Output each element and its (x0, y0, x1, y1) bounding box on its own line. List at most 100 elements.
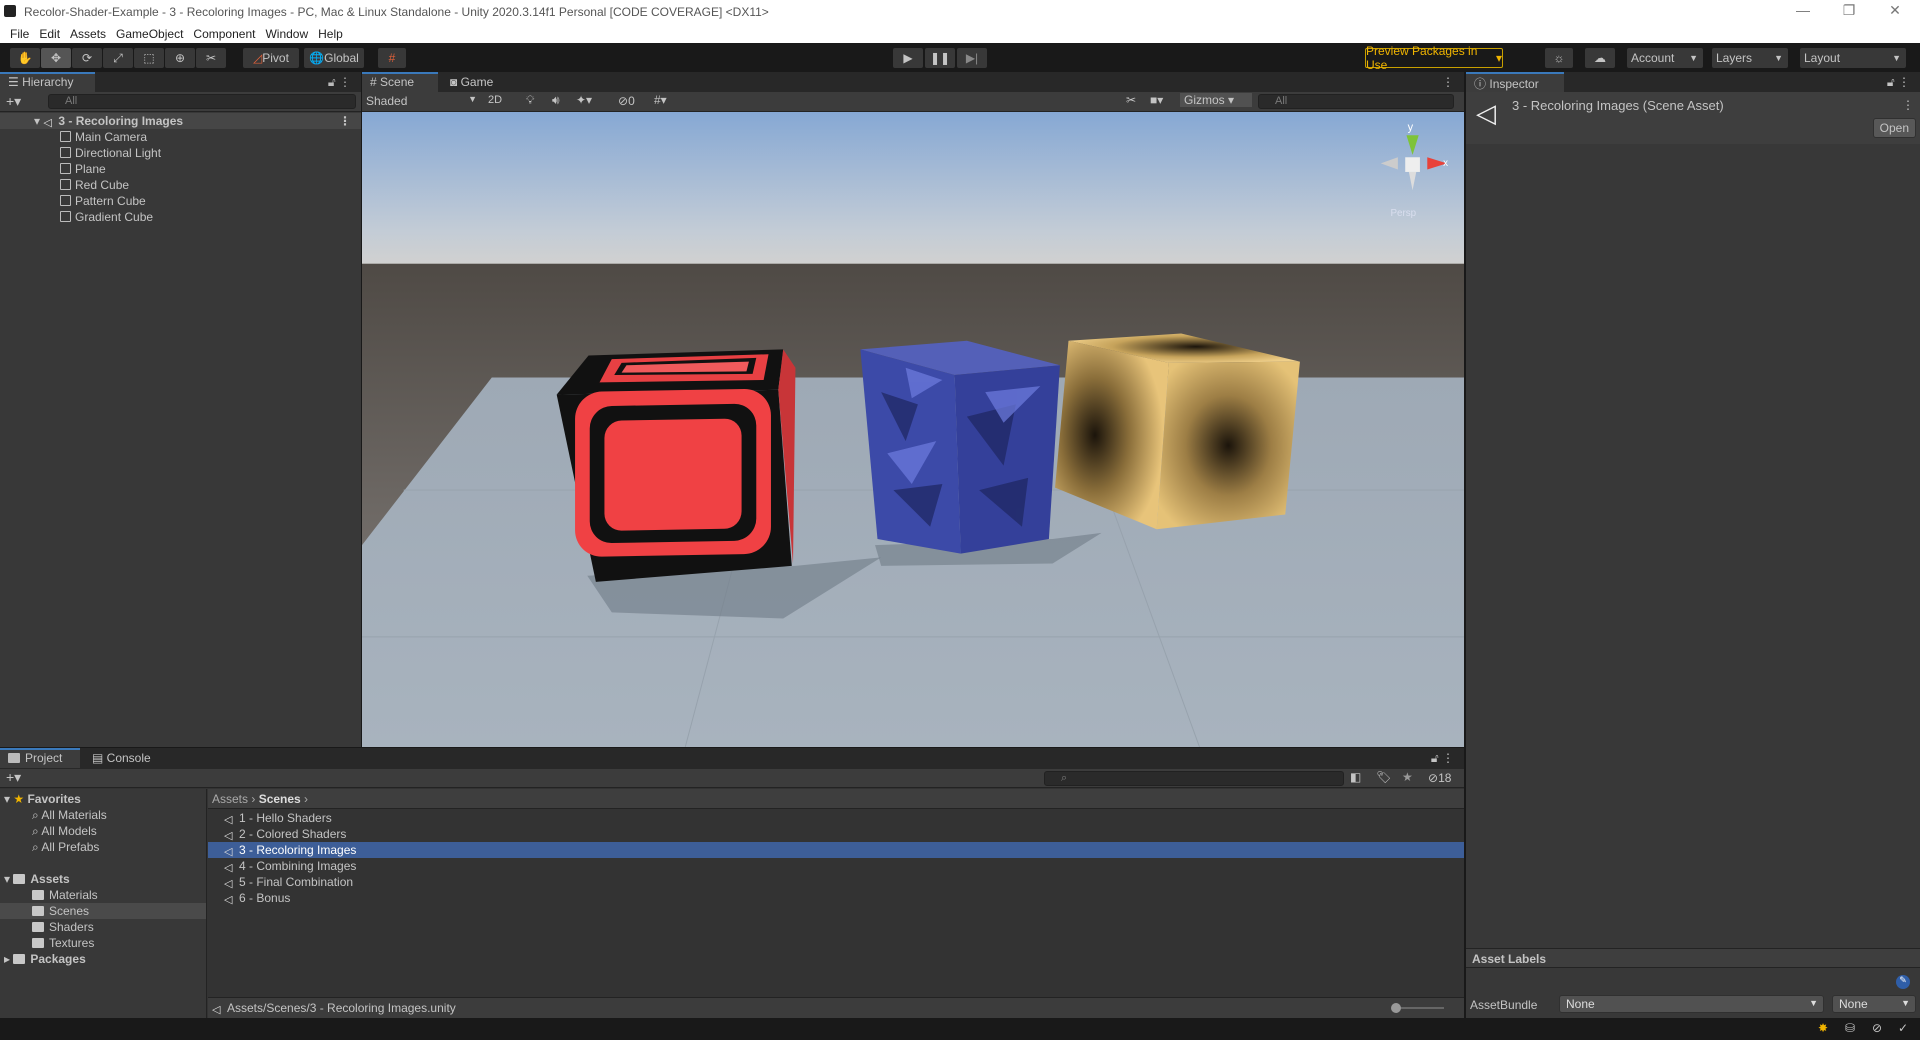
create-button[interactable]: +▾ (6, 769, 21, 786)
tab-game[interactable]: ◙ Game (442, 72, 501, 92)
lighting-icon[interactable]: 💡︎ (526, 93, 534, 108)
hierarchy-item[interactable]: Plane (60, 161, 106, 177)
effects-icon[interactable]: ✦▾ (576, 93, 592, 107)
hierarchy-search-input[interactable]: All (48, 94, 356, 109)
cloud-icon[interactable]: ☁ (1585, 48, 1615, 68)
unity-scene-icon: ◁ (212, 1004, 221, 1016)
favorite-item[interactable]: ⌕ All Models (32, 823, 97, 839)
scene-search-input[interactable]: All (1258, 94, 1454, 109)
rotate-tool-icon[interactable]: ⟳ (72, 48, 102, 68)
shading-dropdown[interactable]: Shaded ▼ (366, 94, 481, 108)
2d-toggle[interactable]: 2D (488, 94, 502, 106)
hidden-objects-toggle[interactable]: ⊘0 (618, 94, 635, 108)
maximize-button[interactable]: ❐ (1829, 2, 1869, 19)
assetbundle-dropdown[interactable]: None ▼ (1559, 995, 1824, 1013)
hidden-packages-toggle[interactable]: ⊘18 (1428, 771, 1451, 785)
tools-icon[interactable]: ✂ (1126, 93, 1136, 107)
breadcrumb-assets[interactable]: Assets (212, 792, 248, 806)
scene-view[interactable]: y x Persp (362, 112, 1464, 747)
search-by-type-icon[interactable]: ◧ (1350, 770, 1361, 784)
pivot-toggle[interactable]: ◿ Pivot (243, 48, 299, 68)
menu-gameobject[interactable]: GameObject (112, 27, 189, 41)
layers-dropdown[interactable]: Layers ▼ (1712, 48, 1788, 68)
gizmos-dropdown[interactable]: Gizmos ▾ (1180, 93, 1252, 107)
more-icon[interactable]: ⋮ (1902, 98, 1914, 112)
cache-server-icon[interactable]: ⛁ (1845, 1021, 1855, 1035)
scene-root-row[interactable]: ▾ ◁ 3 - Recoloring Images ⋮ (0, 113, 361, 129)
scene-panel: # Scene ◙ Game ⋮ Shaded ▼ 2D 💡︎ 🔊︎ ✦▾ ⊘0 … (362, 72, 1464, 747)
label-tag-icon[interactable]: ✎ (1896, 975, 1910, 989)
grid-snap-icon[interactable]: # (378, 48, 406, 68)
close-button[interactable]: ✕ (1875, 2, 1915, 19)
menu-file[interactable]: File (6, 27, 35, 41)
audio-icon[interactable]: 🔊︎ (552, 93, 560, 108)
folder-item[interactable]: Materials (32, 887, 98, 903)
add-button[interactable]: +▾ (6, 93, 21, 110)
breadcrumb-scenes[interactable]: Scenes (259, 792, 301, 806)
network-icon[interactable]: ⊘ (1872, 1021, 1882, 1035)
slider-handle[interactable] (1391, 1003, 1401, 1013)
assets-node[interactable]: ▾ Assets (4, 871, 70, 887)
window-title: Recolor-Shader-Example - 3 - Recoloring … (24, 5, 769, 19)
layout-dropdown[interactable]: Layout ▼ (1800, 48, 1906, 68)
favorites-node[interactable]: ▾ ★ Favorites (4, 791, 81, 807)
tab-scene[interactable]: # Scene (362, 72, 438, 92)
folder-item[interactable]: Textures (32, 935, 94, 951)
bug-icon[interactable]: ✸ (1818, 1021, 1828, 1035)
scene-menu-icon[interactable]: ⋮ (1442, 75, 1454, 89)
folder-item-selected[interactable]: Scenes (0, 903, 206, 919)
favorite-star-icon[interactable]: ★ (1402, 770, 1413, 784)
menu-edit[interactable]: Edit (35, 27, 66, 41)
transform-tool-icon[interactable]: ⊕ (165, 48, 195, 68)
scene-menu-icon[interactable]: ⋮ (339, 113, 351, 129)
hierarchy-item[interactable]: Red Cube (60, 177, 129, 193)
scale-tool-icon[interactable]: ⤢ (103, 48, 133, 68)
global-toggle[interactable]: 🌐 Global (304, 48, 364, 68)
hierarchy-item[interactable]: Gradient Cube (60, 209, 153, 225)
icon-size-slider[interactable] (1391, 1003, 1444, 1013)
tab-inspector[interactable]: ⓘ Inspector (1466, 72, 1564, 92)
file-item-selected[interactable]: ◁ 3 - Recoloring Images (208, 842, 1464, 858)
minimize-button[interactable]: — (1783, 2, 1823, 18)
tab-console[interactable]: ▤ Console (84, 748, 159, 768)
move-tool-icon[interactable]: ✥ (41, 48, 71, 68)
project-search-input[interactable]: ⌕ (1044, 771, 1344, 786)
custom-tool-icon[interactable]: ✂ (196, 48, 226, 68)
preview-packages-button[interactable]: Preview Packages in Use ▾ (1365, 44, 1503, 72)
menu-window[interactable]: Window (261, 27, 314, 41)
play-button[interactable]: ▶ (893, 48, 923, 68)
file-item[interactable]: ◁ 1 - Hello Shaders (208, 810, 1464, 826)
services-icon[interactable]: ☼ (1545, 48, 1573, 68)
open-button[interactable]: Open (1872, 118, 1916, 138)
menu-component[interactable]: Component (189, 27, 261, 41)
file-item[interactable]: ◁ 4 - Combining Images (208, 858, 1464, 874)
step-button[interactable]: ▶| (957, 48, 987, 68)
camera-icon[interactable]: ■▾ (1150, 93, 1163, 107)
favorite-item[interactable]: ⌕ All Materials (32, 807, 107, 823)
rect-tool-icon[interactable]: ⬚ (134, 48, 164, 68)
hand-tool-icon[interactable]: ✋ (10, 48, 40, 68)
lock-icon[interactable]: 🔓︎ ⋮ (1431, 751, 1454, 766)
auto-generate-lighting-icon[interactable]: ✓ (1898, 1021, 1908, 1035)
search-by-label-icon[interactable]: 🏷︎ (1376, 770, 1391, 784)
folder-item[interactable]: Shaders (32, 919, 94, 935)
packages-node[interactable]: ▸ Packages (4, 951, 86, 967)
menu-help[interactable]: Help (314, 27, 349, 41)
unity-scene-icon: ◁ (224, 846, 233, 858)
tab-hierarchy[interactable]: ☰ Hierarchy (0, 72, 95, 92)
assetbundle-variant-dropdown[interactable]: None ▼ (1832, 995, 1916, 1013)
pause-button[interactable]: ❚❚ (925, 48, 955, 68)
lock-icon[interactable]: 🔓︎ ⋮ (1887, 75, 1910, 90)
account-dropdown[interactable]: Account ▼ (1627, 48, 1703, 68)
lock-icon[interactable]: 🔓︎ ⋮ (328, 75, 351, 90)
file-item[interactable]: ◁ 2 - Colored Shaders (208, 826, 1464, 842)
hierarchy-item[interactable]: Directional Light (60, 145, 161, 161)
grid-icon[interactable]: #▾ (654, 93, 667, 107)
file-item[interactable]: ◁ 6 - Bonus (208, 890, 1464, 906)
menu-assets[interactable]: Assets (66, 27, 112, 41)
hierarchy-item[interactable]: Main Camera (60, 129, 147, 145)
file-item[interactable]: ◁ 5 - Final Combination (208, 874, 1464, 890)
tab-project[interactable]: Project (0, 748, 80, 768)
hierarchy-item[interactable]: Pattern Cube (60, 193, 146, 209)
favorite-item[interactable]: ⌕ All Prefabs (32, 839, 99, 855)
